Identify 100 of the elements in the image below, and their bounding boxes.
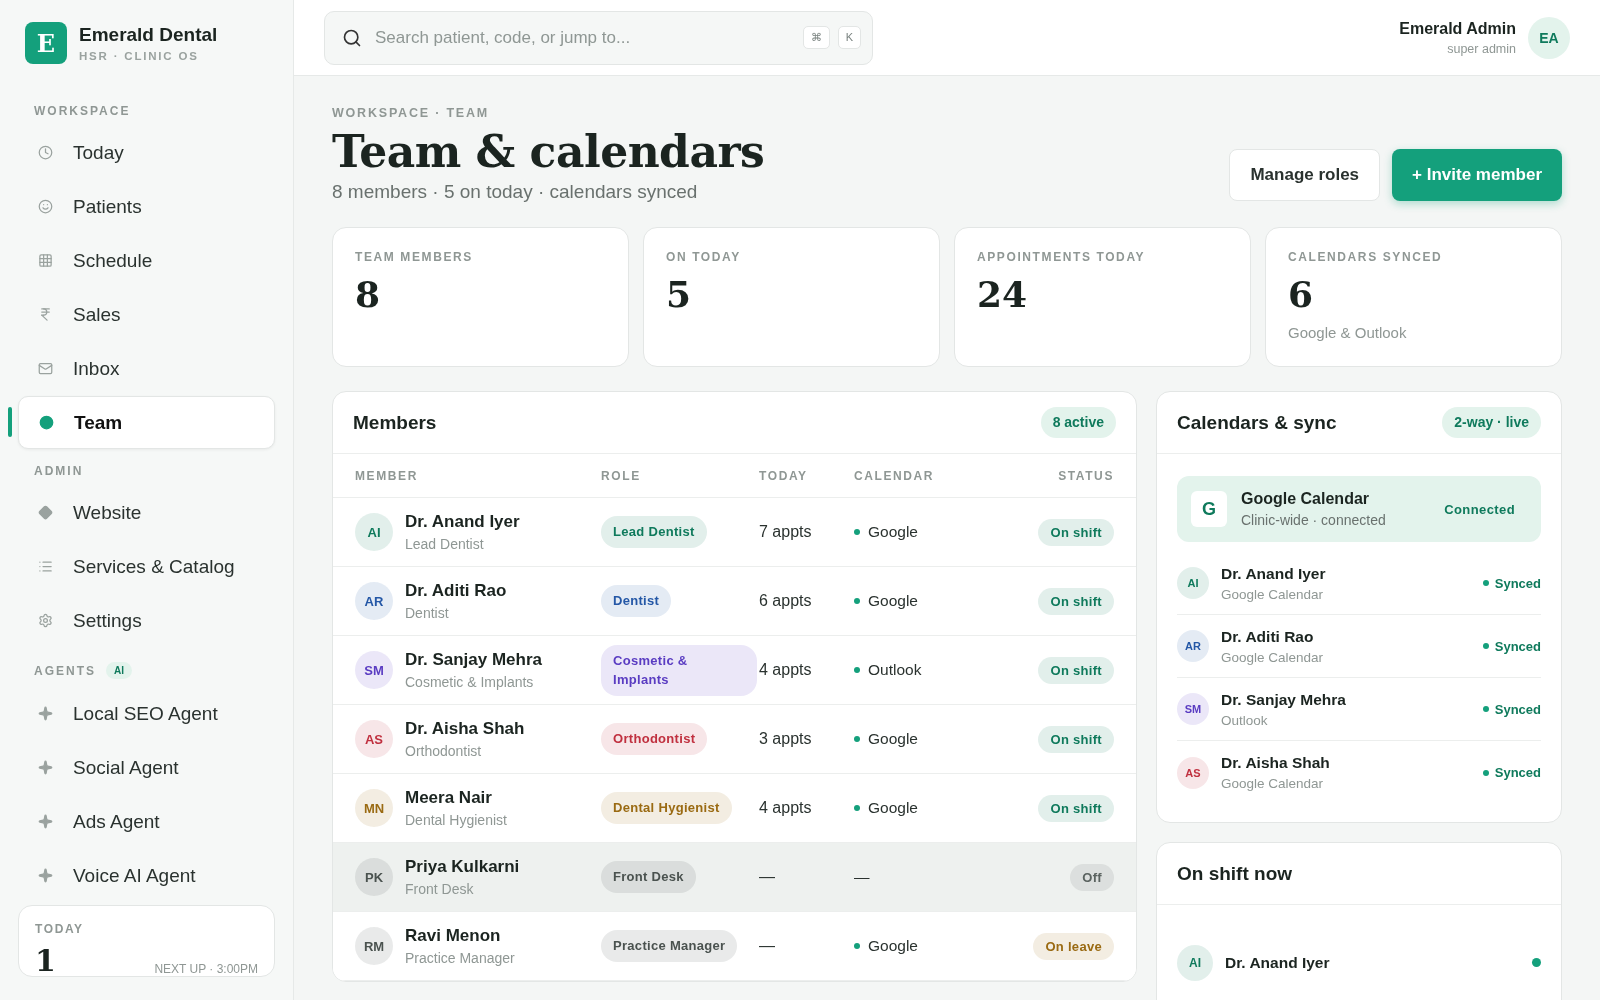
nav-item[interactable]: Ads Agent: [18, 795, 275, 848]
member-title: Dental Hygienist: [405, 812, 507, 828]
column-header: TODAY: [759, 468, 809, 483]
calendar-source: Google Calendar: [1221, 776, 1325, 791]
stat-label: TEAM MEMBERS: [355, 250, 474, 264]
nav-item[interactable]: Schedule: [18, 234, 275, 287]
synced-dot: [1482, 580, 1489, 586]
status-badge: On shift: [1038, 587, 1114, 615]
stat-note: Google & Outlook: [1288, 324, 1408, 341]
member-name: Dr. Sanjay Mehra: [405, 650, 542, 670]
stat-value: 24: [977, 276, 1029, 312]
card-title: Calendars & sync: [1177, 411, 1337, 434]
appointments-cell-text: 6 appts: [759, 592, 813, 610]
role-tag: Front Desk: [601, 861, 696, 893]
stat-label: ON TODAY: [666, 250, 742, 264]
sparkle-icon: [38, 868, 53, 883]
calendar-name: —: [854, 868, 870, 886]
calendar-source: Outlook: [1221, 712, 1269, 728]
synced-dot: [1482, 706, 1489, 712]
member-avatar: AS: [355, 720, 393, 758]
grid-icon: [38, 253, 53, 268]
synced-dot: [1482, 643, 1489, 649]
calendar-name: Google: [868, 523, 918, 541]
manage-roles-button[interactable]: Manage roles: [1229, 149, 1381, 201]
sync-status: Synced: [1494, 765, 1541, 780]
status-badge: On shift: [1038, 518, 1114, 546]
user-avatar[interactable]: EA: [1528, 16, 1570, 59]
role-tag: Cosmetic & Implants: [601, 644, 757, 696]
member-name: Dr. Anand Iyer: [1225, 953, 1330, 972]
appointments-cell-text: 4 appts: [759, 799, 813, 817]
member-avatar: AI: [1177, 567, 1209, 599]
member-name: Dr. Anand Iyer: [1221, 564, 1326, 583]
list-icon: [38, 559, 53, 574]
stat-label: CALENDARS SYNCED: [1288, 250, 1444, 264]
settings-icon: [38, 613, 53, 628]
calendar-source: Google Calendar: [1221, 649, 1324, 665]
smiley-icon: [39, 415, 54, 430]
nav-item[interactable]: Sales: [18, 288, 275, 341]
nav-item[interactable]: Voice AI Agent: [18, 849, 275, 902]
calendar-name: Google: [868, 799, 918, 817]
card-title: On shift now: [1177, 862, 1293, 885]
sync-status: Synced: [1494, 575, 1541, 591]
nav-item[interactable]: Services & Catalog: [18, 540, 275, 593]
mail-icon: [38, 361, 53, 376]
member-name: Dr. Aditi Rao: [405, 581, 507, 601]
appointments-cell-text: 4 appts: [759, 661, 813, 679]
card-title: Members: [353, 411, 437, 434]
section-title: WORKSPACE: [34, 104, 131, 118]
stat-value: 5: [666, 276, 693, 312]
stat-value: 8: [355, 276, 382, 312]
member-avatar: AR: [1177, 630, 1209, 662]
sparkle-icon: [38, 706, 53, 721]
calendar-name: Google: [868, 730, 918, 748]
nav-item[interactable]: Website: [18, 486, 275, 539]
nav-item[interactable]: Social Agent: [18, 741, 275, 794]
role-tag: Practice Manager: [601, 930, 738, 962]
clock-icon: [38, 145, 53, 160]
appointments-cell-text: —: [759, 868, 776, 886]
diamond-icon: [38, 505, 53, 520]
status-badge: On shift: [1038, 794, 1114, 822]
smiley-icon: [38, 199, 53, 214]
member-avatar: AI: [1177, 944, 1213, 981]
calendar-source: Google Calendar: [1221, 586, 1325, 602]
today-value: 1: [35, 946, 56, 976]
member-name: Dr. Aisha Shah: [405, 719, 525, 739]
status-badge: On shift: [1038, 725, 1114, 753]
member-avatar: PK: [355, 858, 393, 896]
nav-item[interactable]: Patients: [18, 180, 275, 233]
member-title: Front Desk: [405, 881, 475, 897]
nav-item[interactable]: Inbox: [18, 342, 275, 395]
member-name: Dr. Aditi Rao: [1221, 627, 1315, 646]
member-title: Dentist: [405, 605, 450, 621]
provider-detail: Clinic-wide · connected: [1241, 512, 1386, 528]
column-header: CALENDAR: [854, 468, 936, 483]
status-badge: On shift: [1038, 656, 1114, 684]
provider-name: Google Calendar: [1241, 490, 1371, 508]
page-subtitle: 8 members · 5 on today · calendars synced: [332, 181, 699, 203]
column-header: STATUS: [1058, 468, 1114, 483]
role-tag: Lead Dentist: [601, 516, 707, 548]
member-row[interactable]: PK Priya Kulkarni Front Desk Front Desk — — Off: [333, 843, 1136, 912]
member-name: Meera Nair: [405, 788, 493, 808]
calendar-name: Google: [868, 592, 918, 610]
member-avatar: AS: [1177, 756, 1209, 789]
column-header: MEMBER: [355, 468, 419, 483]
member-title: Practice Manager: [405, 950, 515, 966]
member-avatar: MN: [355, 789, 393, 827]
nav-item[interactable]: Local SEO Agent: [18, 687, 275, 740]
connection-status: Connected: [1444, 501, 1515, 517]
member-name: Ravi Menon: [405, 926, 502, 946]
appointments-cell-text: 7 appts: [759, 523, 813, 541]
next-up-text: NEXT UP · 3:00PM: [154, 962, 258, 976]
section-title: AGENTS: [34, 663, 96, 678]
member-avatar: AI: [355, 513, 393, 551]
sync-status: Synced: [1494, 701, 1541, 717]
nav-item[interactable]: Today: [18, 126, 275, 179]
nav-item[interactable]: Settings: [18, 594, 275, 647]
brand-name: Emerald Dental: [79, 24, 218, 46]
count-badge: 8 active: [1040, 406, 1116, 439]
role-tag: Dentist: [601, 585, 672, 617]
status-badge: Off: [1070, 863, 1114, 891]
